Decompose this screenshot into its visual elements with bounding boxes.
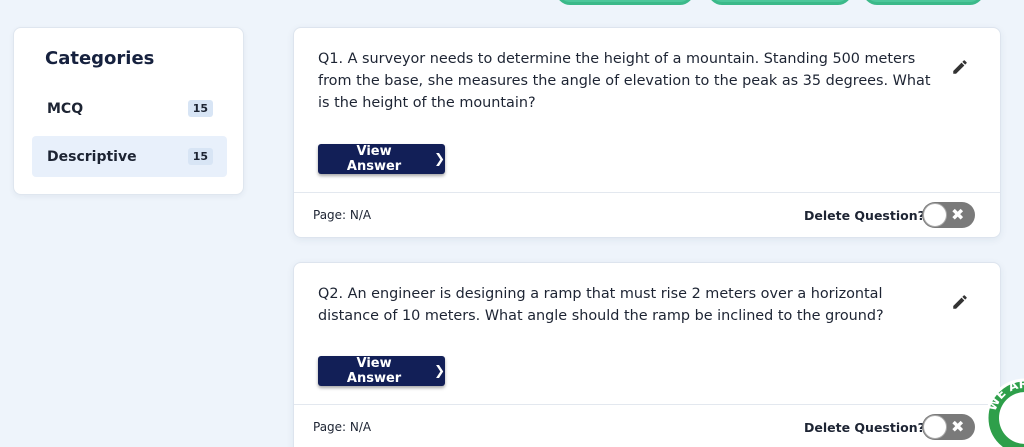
view-answer-button[interactable]: View Answer ❯ <box>318 356 445 386</box>
category-item-mcq[interactable]: MCQ 15 <box>32 88 227 129</box>
category-count-badge: 15 <box>187 148 213 165</box>
category-item-descriptive[interactable]: Descriptive 15 <box>32 136 227 177</box>
chevron-right-icon: ❯ <box>434 363 445 379</box>
chevron-right-icon: ❯ <box>434 151 445 167</box>
view-answer-button[interactable]: View Answer ❯ <box>318 144 445 174</box>
categories-panel: Categories MCQ 15 Descriptive 15 <box>13 27 244 195</box>
question-text: Q1. A surveyor needs to determine the he… <box>318 51 931 111</box>
view-answer-label: View Answer <box>346 356 402 386</box>
category-count-badge: 15 <box>187 100 213 117</box>
delete-question-toggle[interactable]: ✖ <box>922 414 975 440</box>
delete-question-toggle[interactable]: ✖ <box>922 202 975 228</box>
pencil-icon[interactable] <box>951 293 969 311</box>
top-action-button-2[interactable] <box>708 0 852 5</box>
pencil-icon[interactable] <box>951 58 969 76</box>
page-label: Page: N/A <box>313 420 372 434</box>
category-label: MCQ <box>47 100 84 117</box>
top-action-button-1[interactable] <box>556 0 694 5</box>
question-text: Q2. An engineer is designing a ramp that… <box>318 286 884 324</box>
delete-question-label: Delete Question? <box>804 420 925 435</box>
card-divider <box>294 192 1000 193</box>
view-answer-label: View Answer <box>346 144 402 174</box>
card-divider <box>294 404 1000 405</box>
question-card: Q2. An engineer is designing a ramp that… <box>293 262 1001 447</box>
top-action-button-3[interactable] <box>863 0 984 5</box>
toggle-knob <box>923 415 947 439</box>
hiring-badge[interactable]: WE AR <box>985 378 1024 447</box>
page-label: Page: N/A <box>313 208 372 222</box>
close-icon: ✖ <box>951 417 965 436</box>
question-card: Q1. A surveyor needs to determine the he… <box>293 27 1001 238</box>
category-label: Descriptive <box>47 148 137 165</box>
delete-question-label: Delete Question? <box>804 208 925 223</box>
categories-title: Categories <box>45 48 155 69</box>
toggle-knob <box>923 203 947 227</box>
close-icon: ✖ <box>951 205 965 224</box>
